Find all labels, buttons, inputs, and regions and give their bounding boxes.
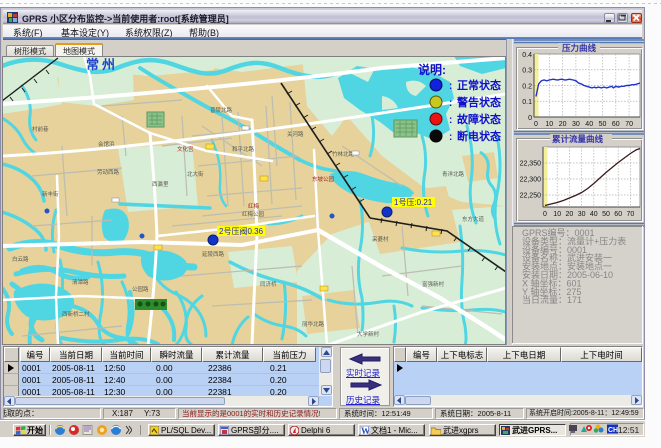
svg-text:30: 30: [572, 121, 580, 128]
svg-text:CH: CH: [608, 427, 618, 434]
svg-text:0.1: 0.1: [522, 99, 532, 106]
svg-text:1号压:0.21: 1号压:0.21: [394, 198, 433, 207]
svg-text:关河路: 关河路: [287, 130, 304, 138]
svg-text:红梅: 红梅: [248, 202, 260, 210]
svg-text:丽华北路: 丽华北路: [302, 320, 325, 328]
svg-text:20: 20: [559, 121, 567, 128]
svg-text:0.4: 0.4: [522, 52, 532, 59]
svg-text:富强新村: 富强新村: [422, 280, 445, 288]
svg-text:劳动西路: 劳动西路: [97, 168, 120, 176]
svg-text:和平北路: 和平北路: [232, 145, 255, 153]
svg-text::: :: [449, 132, 452, 143]
svg-text:30: 30: [578, 211, 586, 218]
svg-text:22,250: 22,250: [520, 193, 542, 200]
svg-text:会馆浜: 会馆浜: [98, 140, 115, 148]
svg-text:东坡公园: 东坡公园: [312, 175, 335, 183]
svg-text:断电状态: 断电状态: [457, 129, 501, 143]
svg-text:公园路: 公园路: [132, 285, 149, 293]
svg-text:白云路: 白云路: [12, 255, 29, 263]
svg-text:文化宫: 文化宫: [177, 145, 194, 153]
svg-text:青洋北路: 青洋北路: [442, 170, 465, 178]
svg-text:延陵西路: 延陵西路: [202, 250, 225, 258]
svg-text:常州: 常州: [86, 57, 118, 72]
svg-text:东方大道: 东方大道: [462, 215, 485, 223]
svg-text:西瀛里: 西瀛里: [152, 180, 169, 188]
svg-text:50: 50: [599, 121, 607, 128]
svg-text:晋陵北路: 晋陵北路: [210, 106, 233, 114]
svg-text::: :: [449, 115, 452, 126]
svg-text:0.2: 0.2: [522, 84, 532, 91]
svg-text:0: 0: [534, 121, 538, 128]
svg-text:20: 20: [566, 211, 574, 218]
svg-text:22,300: 22,300: [520, 177, 542, 184]
svg-text:西新桥二村: 西新桥二村: [62, 310, 90, 318]
svg-text::: :: [449, 98, 452, 109]
svg-text:红梅公园: 红梅公园: [242, 210, 265, 218]
svg-text:60: 60: [614, 211, 622, 218]
svg-text:70: 70: [627, 211, 635, 218]
svg-text:10: 10: [545, 121, 553, 128]
svg-text:40: 40: [590, 211, 598, 218]
svg-text:0: 0: [528, 115, 532, 122]
svg-text:说明:: 说明:: [418, 62, 446, 77]
svg-text:2号压阀0.36: 2号压阀0.36: [219, 227, 264, 236]
svg-text:22,350: 22,350: [520, 161, 542, 168]
svg-text:50: 50: [602, 211, 610, 218]
svg-text:同济桥: 同济桥: [260, 280, 277, 288]
svg-text:0.3: 0.3: [522, 68, 532, 75]
svg-text:竹林北路: 竹林北路: [332, 150, 355, 158]
svg-text:40: 40: [585, 121, 593, 128]
svg-text:清潭路: 清潭路: [72, 278, 89, 286]
svg-text:W: W: [361, 426, 369, 435]
svg-text:0: 0: [543, 211, 547, 218]
svg-text:累计流量曲线: 累计流量曲线: [552, 134, 604, 144]
svg-text:大学新村: 大学新村: [357, 330, 380, 338]
svg-text::: :: [449, 81, 452, 92]
svg-text:警告状态: 警告状态: [456, 95, 501, 109]
svg-text:当日流量：171: 当日流量：171: [522, 294, 582, 305]
svg-text:故障状态: 故障状态: [457, 112, 501, 126]
svg-text:采菱村: 采菱村: [372, 235, 389, 243]
svg-text:新丰街: 新丰街: [42, 190, 59, 198]
svg-text:正常状态: 正常状态: [457, 78, 501, 92]
svg-text:10: 10: [553, 211, 561, 218]
svg-text:压力曲线: 压力曲线: [562, 43, 597, 53]
svg-text:60: 60: [612, 121, 620, 128]
svg-text:村前巷: 村前巷: [32, 125, 49, 133]
svg-text:北大街: 北大街: [187, 170, 204, 178]
svg-text:70: 70: [625, 121, 633, 128]
